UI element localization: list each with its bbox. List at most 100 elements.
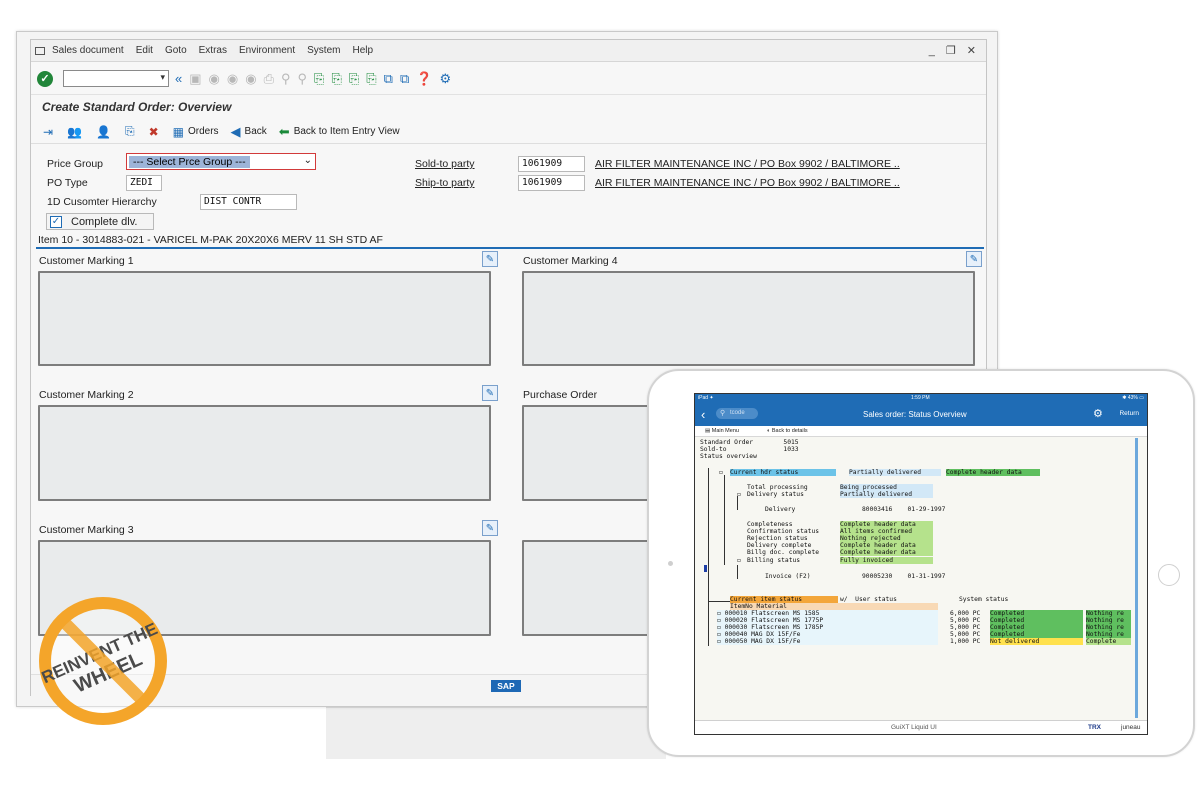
orders-button[interactable]: Orders — [188, 126, 219, 137]
edit-icon[interactable]: ✎ — [482, 385, 498, 401]
device-label: iPad ✦ — [698, 395, 714, 401]
command-field[interactable]: ▾ — [63, 70, 169, 87]
hierarchy-label: 1D Cusomter Hierarchy — [47, 196, 157, 208]
action-bar: ▤ Main Menu ◐ Back to details — [695, 426, 1147, 437]
folder-icon: ▭ — [717, 624, 725, 631]
menu-environment[interactable]: Environment — [239, 45, 295, 56]
edit-icon[interactable]: ✎ — [966, 251, 982, 267]
item-row[interactable]: ▭ 000050 MAG DX 15F/Fe — [717, 638, 938, 646]
back-to-item-entry-button[interactable]: Back to Item Entry View — [294, 126, 400, 137]
tree-row-value: Partially delivered — [840, 491, 933, 499]
sold-to-input[interactable]: 1061909 — [518, 156, 585, 172]
search-placeholder: tcode — [730, 410, 745, 416]
tree-row-value: 80003416 01-29-1997 — [862, 506, 946, 513]
item-row-material: 000050 MAG DX 15F/Fe — [724, 638, 801, 645]
back-to-item-arrow-icon[interactable]: ⬅ — [279, 124, 290, 140]
standard-toolbar: ✓ ▾ « ▣ ◉ ◉ ◉ ⎙ ⚲ ⚲ ⎘ ⎘ ⎘ ⎘ ⧉ ⧉ ❓ ⚙ — [31, 63, 986, 95]
current-hdr-status[interactable]: Current hdr status — [730, 469, 836, 477]
back-button[interactable]: Back — [245, 126, 267, 137]
ship-to-name: AIR FILTER MAINTENANCE INC / PO Box 9902… — [595, 177, 900, 189]
header-line-3: Status overview — [700, 453, 757, 460]
find-icon[interactable]: ⚲ — [281, 71, 291, 86]
customer-marking-4-title: Customer Marking 4 — [523, 255, 618, 267]
ios-status-bar: iPad ✦ 1:59 PM ✱ 43% ▭ — [695, 394, 1147, 403]
ship-to-input[interactable]: 1061909 — [518, 175, 585, 191]
find-next-icon[interactable]: ⚲ — [298, 71, 308, 86]
hierarchy-input[interactable]: DIST CONTR — [200, 194, 297, 210]
complete-delivery-checkbox[interactable]: ✓ Complete dlv. — [46, 213, 154, 230]
settings-gear-icon[interactable]: ⚙ — [439, 71, 451, 86]
hdr-toggle-icon[interactable]: ▭ — [719, 469, 723, 476]
sold-to-name: AIR FILTER MAINTENANCE INC / PO Box 9902… — [595, 158, 900, 170]
menu-edit[interactable]: Edit — [136, 45, 153, 56]
back-arrow-icon[interactable]: ◀ — [231, 124, 241, 140]
main-menu-button[interactable]: ▤ Main Menu — [705, 428, 739, 434]
trx-button[interactable]: TRX — [1088, 724, 1101, 731]
menu-goto[interactable]: Goto — [165, 45, 187, 56]
customer-marking-3-title: Customer Marking 3 — [39, 524, 134, 536]
item-row-qty: 1,000 PC — [950, 638, 981, 645]
first-page-icon[interactable]: ⎘ — [314, 71, 324, 86]
item-row-material: 000040 MAG DX 15F/Fe — [724, 631, 801, 638]
edit-icon[interactable]: ✎ — [482, 520, 498, 536]
status-time: 1:59 PM — [911, 395, 930, 401]
menu-help[interactable]: Help — [352, 45, 373, 56]
help-icon[interactable]: ❓ — [416, 71, 432, 86]
window-controls[interactable]: _ ❐ ✕ — [929, 44, 980, 57]
save-icon[interactable]: ▣ — [189, 71, 201, 86]
enter-check-icon[interactable]: ✓ — [37, 70, 53, 87]
price-group-select[interactable]: --- Select Prce Group --- ⌄ — [126, 153, 316, 170]
exit-circle-icon[interactable]: ◉ — [227, 71, 238, 86]
person-icon[interactable]: 👤 — [96, 125, 111, 139]
vertical-scrollbar[interactable] — [1135, 438, 1138, 718]
tree-row-label: Delivery status — [747, 491, 804, 498]
menu-system[interactable]: System — [307, 45, 340, 56]
menu-extras[interactable]: Extras — [199, 45, 227, 56]
customer-marking-4-textarea[interactable] — [522, 271, 975, 366]
customer-marking-1-textarea[interactable] — [38, 271, 491, 366]
folder-icon: ▭ — [717, 638, 725, 645]
gear-icon[interactable]: ⚙ — [1093, 407, 1103, 420]
back-chevron-icon[interactable]: ‹ — [701, 407, 705, 422]
enter-icon[interactable]: ⇥ — [43, 125, 53, 139]
last-page-icon[interactable]: ⎘ — [366, 71, 376, 86]
po-type-input[interactable]: ZEDI — [126, 175, 162, 191]
footer-user: juneau — [1121, 724, 1141, 731]
back-to-details-button[interactable]: ◐ Back to details — [767, 428, 808, 434]
folder-icon: ▭ — [717, 631, 725, 638]
app-bar: ‹ ⚲ tcode Sales order: Status Overview ⚙… — [695, 403, 1147, 426]
previous-page-icon[interactable]: ⎘ — [331, 71, 341, 86]
billing-toggle-icon[interactable]: ▭ — [737, 557, 741, 564]
print-icon[interactable]: ⎙ — [264, 71, 274, 86]
tree-line — [708, 602, 709, 646]
copy-document-icon[interactable]: ⎘ — [125, 124, 135, 139]
hdr-complete-header-data: Complete header data — [946, 469, 1040, 477]
next-page-icon[interactable]: ⎘ — [349, 71, 359, 86]
tree-line — [708, 468, 709, 601]
return-button[interactable]: Return — [1119, 410, 1139, 417]
sold-to-label[interactable]: Sold-to party — [415, 158, 475, 170]
menu-sales-document[interactable]: Sales document — [52, 45, 124, 56]
tree-row-value: Fully invoiced — [840, 557, 933, 565]
customer-marking-2-textarea[interactable] — [38, 405, 491, 501]
double-left-arrow-icon[interactable]: « — [175, 71, 182, 86]
new-session-icon[interactable]: ⧉ — [384, 71, 393, 86]
orders-table-icon[interactable]: ▦ — [173, 125, 184, 139]
purchase-order-title: Purchase Order — [523, 389, 598, 401]
shortcut-icon[interactable]: ⧉ — [400, 71, 409, 86]
business-partner-icon[interactable]: 👥 — [67, 125, 82, 139]
scroll-marker — [704, 565, 707, 572]
cancel-circle-icon[interactable]: ◉ — [245, 71, 256, 86]
screen-title-bar: Create Standard Order: Overview — [31, 96, 986, 118]
tablet-home-button[interactable] — [1158, 564, 1180, 586]
back-circle-icon[interactable]: ◉ — [209, 71, 220, 86]
delivery-toggle-icon[interactable]: ▭ — [737, 491, 741, 498]
app-menu-icon[interactable] — [35, 46, 45, 55]
delete-item-icon[interactable]: ✖ — [149, 125, 159, 139]
ship-to-label[interactable]: Ship-to party — [415, 177, 475, 189]
main-menu-label: Main Menu — [711, 428, 739, 434]
item-description: Item 10 - 3014883-021 - VARICEL M-PAK 20… — [36, 234, 984, 249]
tcode-search-input[interactable]: ⚲ tcode — [716, 408, 758, 419]
price-group-label: Price Group — [47, 158, 104, 170]
edit-icon[interactable]: ✎ — [482, 251, 498, 267]
